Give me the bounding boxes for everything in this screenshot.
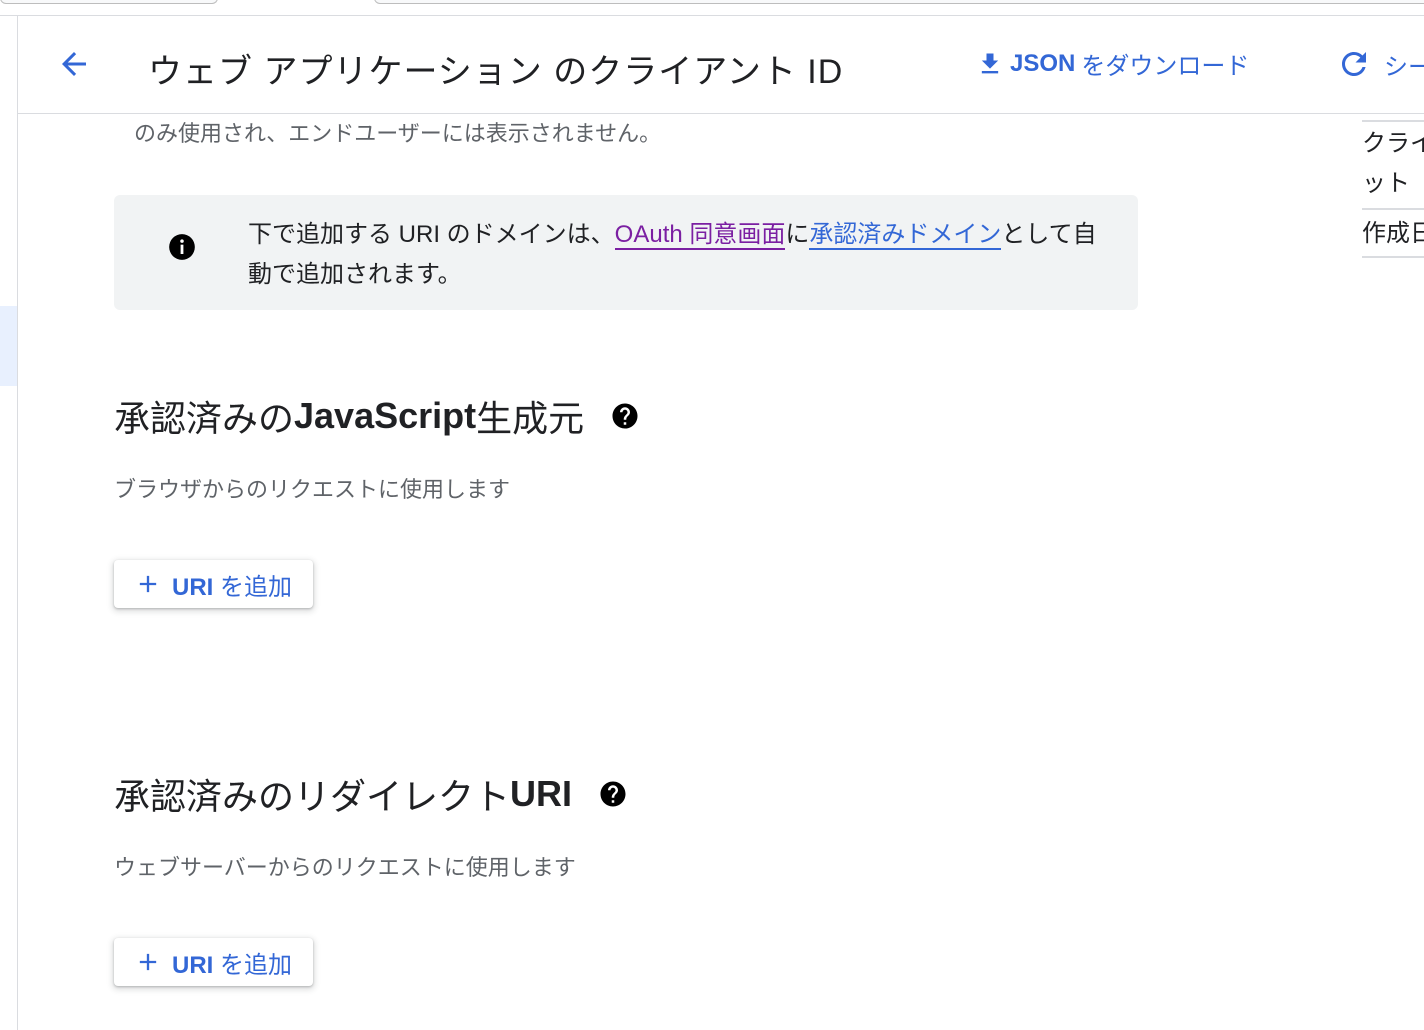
refresh-icon — [1342, 52, 1366, 76]
help-icon[interactable] — [598, 779, 628, 809]
redirect-uris-title: 承認済みのリダイレクト URI — [114, 768, 628, 820]
download-label-bold: JSON — [1010, 49, 1076, 77]
page-header: ウェブ アプリケーション のクライアント ID JSON をダウンロード シー — [18, 16, 1424, 114]
reset-secret-button[interactable]: シー — [1336, 46, 1424, 82]
info-text-before: 下で追加する URI のドメインは、 — [248, 221, 615, 248]
oauth-consent-link[interactable]: OAuth 同意画面 — [614, 221, 786, 250]
panel-top-divider — [1362, 120, 1424, 122]
add-js-origin-label: を追加 — [213, 573, 293, 601]
left-nav-rail — [0, 16, 18, 1030]
js-origins-title: 承認済みの JavaScript 生成元 — [114, 390, 640, 442]
info-text-mid: に — [785, 221, 810, 248]
download-json-button[interactable]: JSON をダウンロード — [976, 46, 1249, 81]
redirect-uris-description: ウェブサーバーからのリクエストに使用します — [114, 855, 576, 880]
authorized-domains-link[interactable]: 承認済みドメイン — [809, 221, 1002, 250]
info-banner: 下で追加する URI のドメインは、OAuth 同意画面に承認済みドメインとして… — [114, 195, 1138, 310]
left-nav-active-item[interactable] — [0, 306, 17, 386]
add-js-origin-button[interactable]: URI を追加 — [114, 560, 313, 608]
add-redirect-uri-button[interactable]: URI を追加 — [114, 938, 313, 986]
reset-secret-label: シー — [1384, 53, 1424, 81]
add-js-origin-label-bold: URI — [172, 573, 214, 601]
redirect-uris-title-prefix: 承認済みのリダイレクト — [114, 776, 511, 817]
client-secret-label-line2: ット — [1362, 170, 1410, 197]
intro-cut-text: のみ使用され、エンドユーザーには表示されません。 — [134, 121, 662, 146]
download-icon — [981, 53, 999, 73]
redirect-uris-title-bold: URI — [510, 773, 573, 814]
browser-top-strip — [0, 0, 1424, 16]
browser-tab-edge — [0, 0, 218, 4]
js-origins-description: ブラウザからのリクエストに使用します — [114, 477, 511, 502]
created-date-label: 作成日 — [1362, 220, 1424, 247]
created-date-row: 作成日 — [1362, 212, 1424, 258]
download-label: をダウンロード — [1081, 53, 1250, 80]
page: ウェブ アプリケーション のクライアント ID JSON をダウンロード シー … — [0, 0, 1424, 1030]
js-origins-title-prefix: 承認済みの — [114, 398, 295, 439]
client-info-panel: クライ ット 作成日 — [1362, 120, 1424, 260]
client-secret-row: クライ ット — [1362, 124, 1424, 210]
add-redirect-uri-label: を追加 — [213, 951, 293, 979]
back-button[interactable] — [52, 42, 96, 86]
help-icon[interactable] — [610, 401, 640, 431]
plus-icon — [139, 953, 157, 971]
info-icon — [169, 234, 195, 260]
add-redirect-uri-label-bold: URI — [172, 951, 214, 979]
js-origins-title-bold: JavaScript — [294, 395, 477, 436]
info-text: 下で追加する URI のドメインは、OAuth 同意画面に承認済みドメインとして… — [248, 215, 1108, 295]
arrow-back-icon — [62, 52, 86, 76]
client-secret-label-line1: クライ — [1362, 130, 1424, 157]
page-title: ウェブ アプリケーション のクライアント ID — [148, 53, 844, 91]
plus-icon — [139, 575, 157, 593]
browser-address-edge — [374, 0, 1424, 4]
js-origins-title-suffix: 生成元 — [476, 398, 585, 439]
